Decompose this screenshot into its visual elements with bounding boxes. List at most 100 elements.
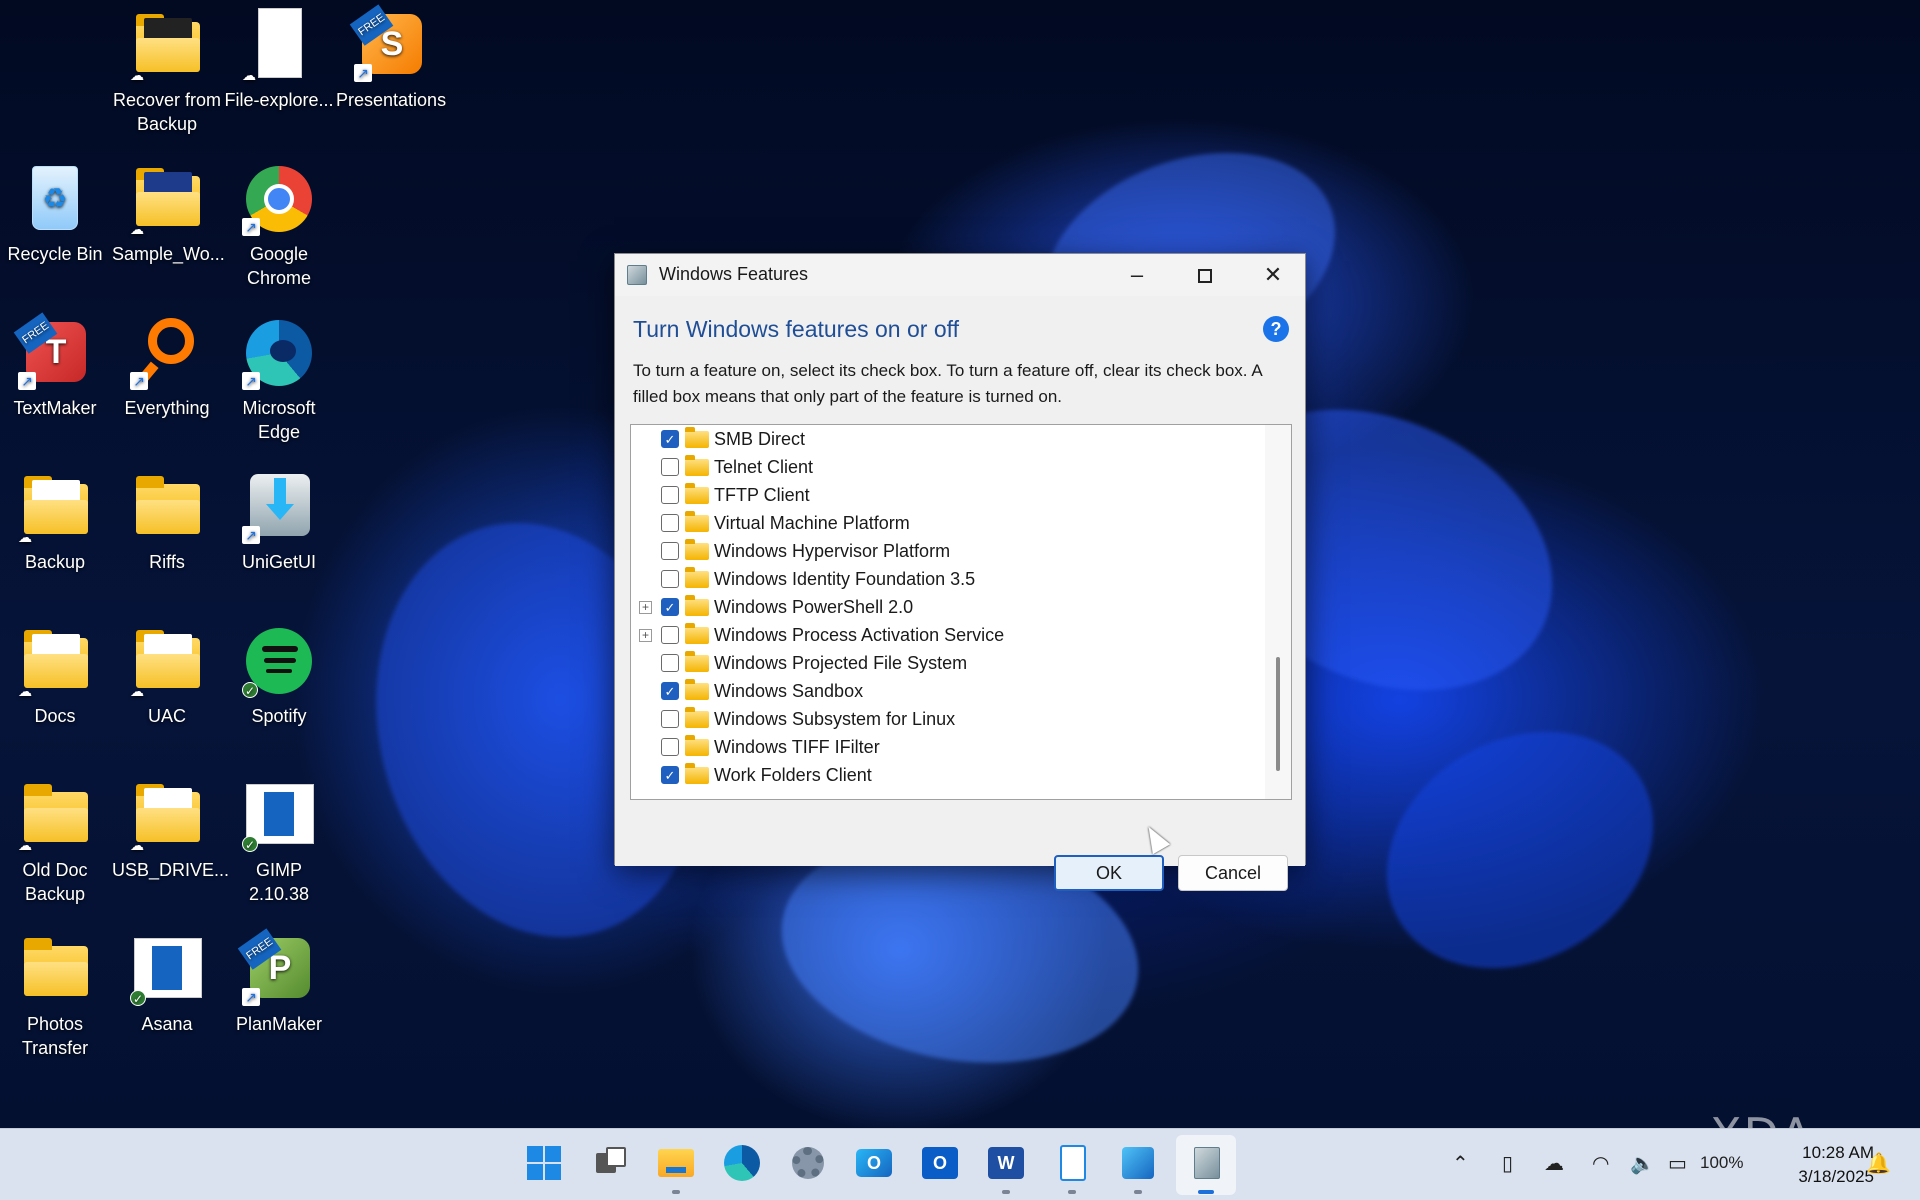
desktop-icon-uac[interactable]: ☁ UAC	[112, 624, 222, 728]
desktop-icon-spotify[interactable]: ✓ Spotify	[224, 624, 334, 728]
close-button[interactable]: ✕	[1239, 254, 1307, 296]
desktop-icon-usb-drive[interactable]: ☁ USB_DRIVE...	[112, 778, 229, 882]
cancel-button[interactable]: Cancel	[1178, 855, 1288, 891]
feature-checkbox[interactable]	[661, 514, 679, 532]
task-view-button[interactable]	[590, 1143, 630, 1183]
windows-features-taskbar-button[interactable]	[1186, 1143, 1226, 1183]
feature-row[interactable]: ✓ Windows Sandbox	[631, 677, 1261, 705]
photos-taskbar-button[interactable]	[1118, 1143, 1158, 1183]
feature-row[interactable]: Telnet Client	[631, 453, 1261, 481]
feature-label: Windows Process Activation Service	[714, 625, 1005, 645]
feature-checkbox[interactable]: ✓	[661, 682, 679, 700]
feature-checkbox[interactable]	[661, 710, 679, 728]
desktop-icon-old-doc-backup[interactable]: ☁ Old Doc Backup	[0, 778, 110, 906]
settings-taskbar-button[interactable]	[788, 1143, 828, 1183]
desktop-icon-photos-transfer[interactable]: Photos Transfer	[0, 932, 110, 1060]
desktop-icon-docs[interactable]: ☁ Docs	[0, 624, 110, 728]
spotify-icon: ✓	[242, 624, 316, 698]
feature-checkbox[interactable]	[661, 738, 679, 756]
folder-icon	[685, 679, 709, 700]
scrollbar-thumb[interactable]	[1276, 657, 1280, 771]
edge-taskbar-button[interactable]	[722, 1143, 762, 1183]
desktop-icon-label: Old Doc Backup	[22, 860, 88, 904]
feature-row[interactable]: Windows TIFF IFilter	[631, 733, 1261, 761]
desktop-icon-recover-from-backup[interactable]: ☁ Recover from Backup	[112, 8, 222, 136]
shortcut-arrow-icon: ↗	[242, 988, 260, 1006]
feature-checkbox[interactable]	[661, 570, 679, 588]
feature-row[interactable]: ✓ Work Folders Client	[631, 761, 1261, 789]
desktop-icon-backup[interactable]: ☁ Backup	[0, 470, 110, 574]
minimize-button[interactable]: –	[1103, 254, 1171, 296]
desktop-icon-label: Docs	[34, 706, 76, 726]
expand-plus-icon[interactable]: +	[639, 629, 652, 642]
wifi-icon[interactable]: ◠	[1592, 1151, 1609, 1176]
desktop-icon-label: Spotify	[251, 706, 307, 726]
file-explorer-taskbar-button[interactable]	[656, 1143, 696, 1183]
battery-percentage: 100%	[1700, 1153, 1744, 1172]
feature-row[interactable]: TFTP Client	[631, 481, 1261, 509]
desktop-icon-recycle-bin[interactable]: ♻ Recycle Bin	[0, 162, 110, 266]
folder-icon	[130, 470, 204, 544]
notepad-taskbar-button[interactable]	[1052, 1143, 1092, 1183]
desktop-icon-planmaker[interactable]: P FREE ↗ PlanMaker	[224, 928, 334, 1036]
desktop-icon-presentations[interactable]: S FREE ↗ Presentations	[336, 4, 446, 112]
feature-checkbox[interactable]	[661, 654, 679, 672]
feature-row[interactable]: ✓ SMB Direct	[631, 425, 1261, 453]
feature-row[interactable]: Windows Projected File System	[631, 649, 1261, 677]
windows-features-icon	[1194, 1147, 1220, 1179]
desktop-icon-gimp[interactable]: ✓ GIMP 2.10.38	[224, 778, 334, 906]
word-taskbar-button[interactable]: W	[986, 1143, 1026, 1183]
outlook-taskbar-button[interactable]: O	[920, 1143, 960, 1183]
desktop-icon-file-explorer-doc[interactable]: ☁ File-explore...	[224, 8, 334, 112]
notifications-bell-icon[interactable]: 🔔	[1866, 1151, 1891, 1176]
outlook-new-taskbar-button[interactable]: O	[854, 1143, 894, 1183]
onedrive-cloud-icon[interactable]: ☁	[1544, 1151, 1564, 1176]
outlook-icon: O	[922, 1147, 958, 1179]
expand-plus-icon[interactable]: +	[639, 601, 652, 614]
help-icon[interactable]: ?	[1263, 316, 1289, 342]
show-hidden-icons-button[interactable]: ⌃	[1452, 1151, 1469, 1176]
feature-row[interactable]: + ✓ Windows PowerShell 2.0	[631, 593, 1261, 621]
desktop-icon-everything[interactable]: ↗ Everything	[112, 316, 222, 420]
feature-label: Windows Projected File System	[714, 653, 968, 673]
desktop-icon-microsoft-edge[interactable]: ↗ Microsoft Edge	[224, 316, 334, 444]
tree-scrollbar[interactable]	[1265, 425, 1291, 799]
ok-button[interactable]: OK	[1054, 855, 1164, 891]
desktop-icon-google-chrome[interactable]: ↗ Google Chrome	[224, 162, 334, 290]
feature-row[interactable]: Virtual Machine Platform	[631, 509, 1261, 537]
shortcut-arrow-icon: ↗	[242, 218, 260, 236]
folder-icon: ☁	[130, 162, 204, 236]
feature-label: Windows Hypervisor Platform	[714, 541, 951, 561]
feature-checkbox[interactable]	[661, 486, 679, 504]
feature-row[interactable]: Windows Identity Foundation 3.5	[631, 565, 1261, 593]
feature-row[interactable]: + Windows Process Activation Service	[631, 621, 1261, 649]
desktop-icon-textmaker[interactable]: T FREE ↗ TextMaker	[0, 312, 110, 420]
close-icon: ✕	[1263, 262, 1283, 287]
dialog-titlebar[interactable]: Windows Features – ✕	[615, 254, 1305, 296]
feature-checkbox[interactable]: ✓	[661, 430, 679, 448]
desktop-icon-unigetui[interactable]: ↗ UniGetUI	[224, 470, 334, 574]
desktop-icon-asana[interactable]: ✓ Asana	[112, 932, 222, 1036]
feature-label: Windows Subsystem for Linux	[714, 709, 956, 729]
gear-icon	[792, 1147, 824, 1179]
feature-checkbox[interactable]: ✓	[661, 598, 679, 616]
feature-label: TFTP Client	[714, 485, 810, 505]
desktop-icon-sample-wo[interactable]: ☁ Sample_Wo...	[112, 162, 225, 266]
feature-checkbox[interactable]	[661, 458, 679, 476]
maximize-button[interactable]	[1171, 254, 1239, 296]
feature-checkbox[interactable]: ✓	[661, 766, 679, 784]
windows-logo-icon	[527, 1146, 561, 1180]
feature-row[interactable]: Windows Subsystem for Linux	[631, 705, 1261, 733]
feature-checkbox[interactable]	[661, 542, 679, 560]
feature-checkbox[interactable]	[661, 626, 679, 644]
start-button[interactable]	[524, 1143, 564, 1183]
outlook-new-icon: O	[856, 1149, 892, 1177]
usb-drive-icon[interactable]: ▯	[1502, 1151, 1513, 1176]
clock[interactable]: 10:28 AM 3/18/2025	[1764, 1141, 1874, 1189]
feature-row[interactable]: Windows Hypervisor Platform	[631, 537, 1261, 565]
desktop-icon-label: Riffs	[149, 552, 185, 572]
desktop-icon-riffs[interactable]: Riffs	[112, 470, 222, 574]
feature-label: Telnet Client	[714, 457, 814, 477]
battery-icon[interactable]: ▭	[1668, 1151, 1687, 1176]
volume-icon[interactable]: 🔈	[1630, 1151, 1655, 1176]
